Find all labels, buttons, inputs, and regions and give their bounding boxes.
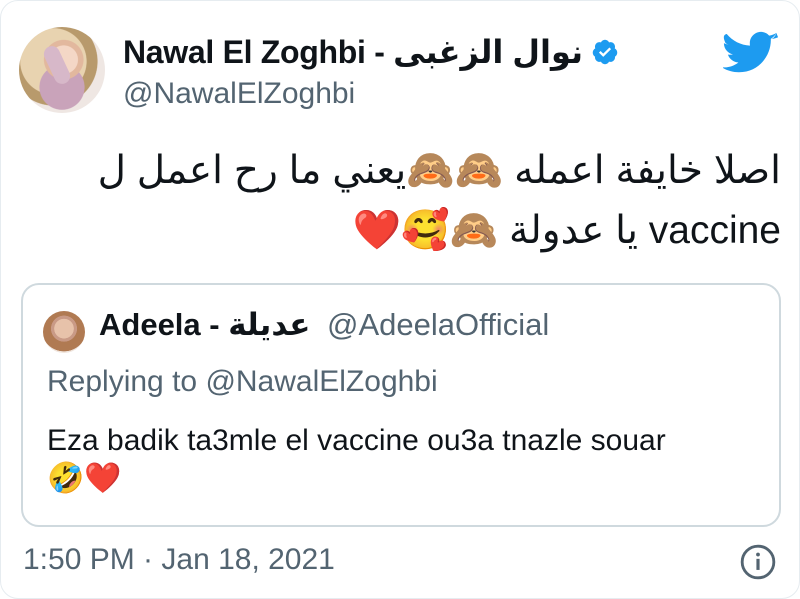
replying-to-label: Replying to (47, 365, 198, 398)
author-display-name[interactable]: Nawal El Zoghbi - نوال الزغبى (123, 33, 583, 71)
quoted-tweet[interactable]: Adeela - عديلة @AdeelaOfficial Replying … (21, 283, 781, 527)
quoted-author-display-name[interactable]: Adeela - عديلة (99, 307, 310, 342)
tweet-card: Nawal El Zoghbi - نوال الزغبى @NawalElZo… (0, 0, 800, 599)
tweet-text-line-2: vaccine يا عدولة 🙈🥰❤️ (352, 209, 781, 252)
quoted-author-row: Adeela - عديلة @AdeelaOfficial (99, 307, 549, 343)
author-handle[interactable]: @NawalElZoghbi (123, 77, 355, 111)
quoted-author-avatar[interactable] (43, 311, 85, 353)
author-avatar[interactable] (19, 27, 105, 113)
tweet-timestamp[interactable]: 1:50 PM · Jan 18, 2021 (23, 543, 335, 577)
replying-to-handle[interactable]: @NawalElZoghbi (205, 365, 437, 398)
tweet-text-line-1: اصلا خايفة اعمله 🙈🙈يعني ما رح اعمل ل (97, 149, 781, 192)
author-name-row: Nawal El Zoghbi - نوال الزغبى (123, 33, 619, 71)
quoted-author-handle[interactable]: @AdeelaOfficial (327, 307, 549, 342)
quoted-tweet-text: Eza badik ta3mle el vaccine ou3a tnazle … (47, 424, 666, 457)
twitter-bird-icon[interactable] (723, 31, 779, 79)
info-icon[interactable] (739, 543, 777, 581)
verified-badge-icon (592, 39, 618, 65)
replying-to-line: Replying to @NawalElZoghbi (47, 365, 438, 399)
tweet-text: اصلا خايفة اعمله 🙈🙈يعني ما رح اعمل ل vac… (29, 141, 781, 261)
quoted-tweet-emojis: 🤣❤️ (47, 462, 122, 495)
